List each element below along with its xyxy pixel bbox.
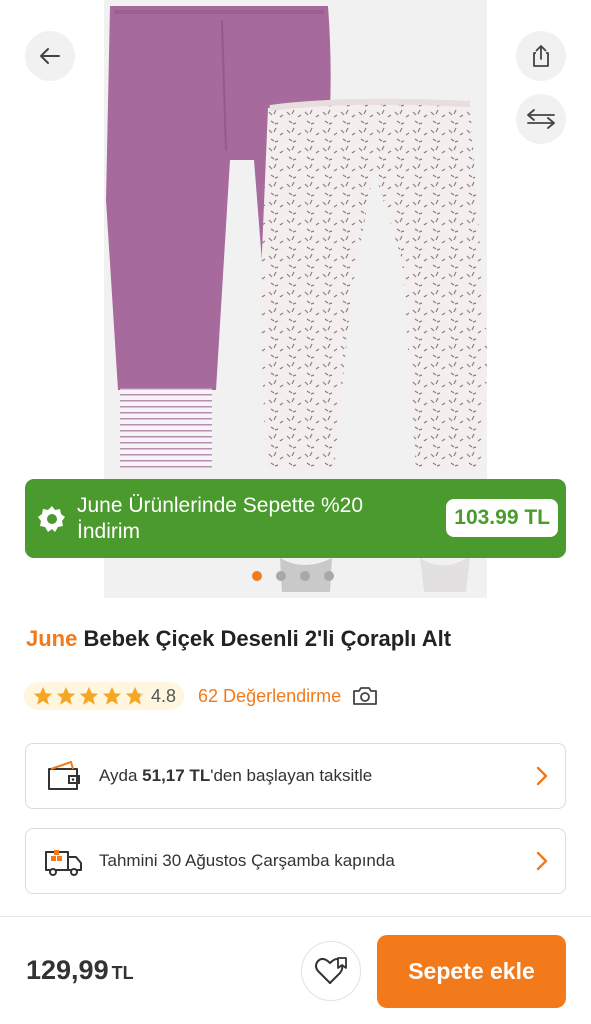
star-icon <box>33 686 53 705</box>
price-value: 129,99 <box>26 955 109 985</box>
promo-text: June Ürünlerinde Sepette %20 İndirim <box>77 493 364 543</box>
share-button[interactable] <box>516 31 566 81</box>
star-icon <box>102 686 122 705</box>
installment-prefix: Ayda <box>99 766 143 785</box>
installment-suffix: 'den başlayan taksitle <box>210 766 373 785</box>
gallery-dot[interactable] <box>300 571 310 581</box>
reviews-link[interactable]: 62 Değerlendirme <box>198 686 341 707</box>
promo-price: 103.99 TL <box>446 499 558 537</box>
brand-link[interactable]: June <box>26 626 77 651</box>
star-icon <box>79 686 99 705</box>
rating-summary[interactable]: 4.8 <box>24 682 185 710</box>
compare-arrows-icon <box>527 109 555 129</box>
favorite-button[interactable] <box>301 941 361 1001</box>
delivery-text: Tahmini 30 Ağustos Çarşamba kapında <box>99 851 395 870</box>
gallery-dot[interactable] <box>252 571 262 581</box>
product-gallery[interactable]: June Ürünlerinde Sepette %20 İndirim 103… <box>0 0 591 598</box>
rating-row: 4.8 62 Değerlendirme <box>24 681 379 711</box>
promo-banner[interactable]: June Ürünlerinde Sepette %20 İndirim 103… <box>25 479 566 558</box>
chevron-right-icon <box>536 851 548 871</box>
price-currency: TL <box>111 963 134 983</box>
camera-icon[interactable] <box>351 685 379 707</box>
product-price: 129,99 TL <box>26 955 134 986</box>
arrow-left-icon <box>40 48 60 64</box>
rating-value: 4.8 <box>151 685 177 706</box>
star-half-icon <box>125 686 145 705</box>
installment-text: Ayda 51,17 TL'den başlayan taksitle <box>99 766 372 786</box>
gallery-dot[interactable] <box>324 571 334 581</box>
product-title: June Bebek Çiçek Desenli 2'li Çoraplı Al… <box>26 626 451 652</box>
truck-icon <box>44 841 84 881</box>
wallet-icon <box>44 756 84 796</box>
product-name: Bebek Çiçek Desenli 2'li Çoraplı Alt <box>83 626 452 651</box>
compare-button[interactable] <box>516 94 566 144</box>
bottom-action-bar: 129,99 TL Sepete ekle <box>0 916 591 1024</box>
discount-badge-icon <box>37 504 67 534</box>
gallery-dot[interactable] <box>276 571 286 581</box>
heart-icon <box>315 957 347 984</box>
back-button[interactable] <box>25 31 75 81</box>
installment-amount: 51,17 TL <box>142 766 211 785</box>
chevron-right-icon <box>536 766 548 786</box>
delivery-card[interactable]: Tahmini 30 Ağustos Çarşamba kapında <box>25 828 566 894</box>
installment-card[interactable]: Ayda 51,17 TL'den başlayan taksitle <box>25 743 566 809</box>
star-icon <box>56 686 76 705</box>
add-to-cart-button[interactable]: Sepete ekle <box>377 935 566 1008</box>
gallery-pagination <box>252 571 334 581</box>
share-icon <box>533 45 549 67</box>
